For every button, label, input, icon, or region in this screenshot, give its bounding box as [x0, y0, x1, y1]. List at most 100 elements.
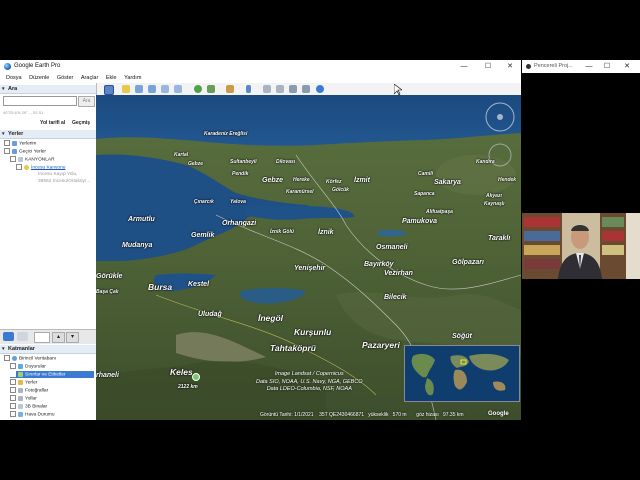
layer-item-3b-binalar[interactable]: 3B Binalar [10, 403, 47, 410]
map-label-gebze-small: Gebze [188, 161, 204, 167]
menu-duzenle[interactable]: Düzenle [29, 75, 49, 81]
map-label-hendek: Hendek [498, 177, 517, 183]
layers-panel-header[interactable]: Katmanlar [0, 345, 96, 354]
imagery-attribution: Image Landsat / Copernicus Data SIO, NOA… [256, 371, 363, 392]
presentation-title-bar: Pencereli Proj... — ☐ ✕ [522, 60, 640, 73]
borders-icon [18, 371, 23, 377]
map-label-hereke: Hereke [293, 177, 310, 183]
map-label-akyazi: Akyazı [486, 193, 502, 199]
map-label-yalova: Yalova [230, 199, 246, 205]
search-panel-header[interactable]: Ara [0, 85, 96, 94]
folder-icon [18, 156, 23, 162]
sidebar-toggle-icon[interactable] [104, 85, 114, 95]
map-label-inegol: İnegöl [258, 313, 284, 323]
historical-imagery-icon[interactable] [194, 85, 202, 93]
ruler-icon[interactable] [246, 85, 251, 93]
presentation-close-button[interactable]: ✕ [620, 62, 634, 71]
view-icon[interactable] [17, 332, 28, 341]
presentation-minimize-button[interactable]: — [582, 62, 596, 71]
map-label-pazaryeri: Pazaryeri [362, 340, 400, 350]
move-up-icon[interactable]: ▴ [52, 332, 65, 343]
map-label-sakarya: Sakarya [434, 179, 461, 186]
history-link[interactable]: Geçmiş [72, 120, 90, 126]
mouse-cursor-icon [394, 84, 402, 96]
menu-bar: Dosya Düzenle Göster Araçlar Ekle Yardım [0, 73, 521, 83]
layer-item-yerler[interactable]: Yerler [10, 379, 37, 386]
search-button[interactable]: Ara [78, 96, 95, 107]
map-label-yenisehir: Yenişehir [294, 265, 326, 272]
webcam-video [522, 213, 640, 279]
places-filter-input[interactable] [34, 332, 50, 343]
map-label-distance: 2122 km [178, 384, 198, 390]
folder-icon [12, 140, 17, 146]
map-label-armutlu: Armutlu [128, 216, 155, 223]
map-label-kartal: Kartal [174, 152, 189, 158]
map-label-basa-cali: Başa Çalı [96, 289, 119, 295]
map-label-gorukle: Görükle [96, 273, 123, 280]
title-bar: Google Earth Pro — ☐ ✕ [0, 60, 521, 73]
layer-item-sinirlar[interactable]: Sınırlar ve Etiketler [10, 371, 94, 378]
announcement-icon [18, 363, 23, 369]
map-label-golcuk: Gölcük [332, 187, 349, 193]
presentation-window-title: Pencereli Proj... [534, 63, 573, 69]
places-item-yerlerim[interactable]: Yerlerim [4, 140, 36, 147]
sunlight-icon[interactable] [207, 85, 215, 93]
layer-item-duyurular[interactable]: Duyurular [10, 363, 46, 370]
menu-araclar[interactable]: Araçlar [81, 75, 98, 81]
map-label-pendik: Pendik [232, 171, 249, 177]
search-input[interactable] [3, 96, 77, 106]
photo-icon [18, 387, 23, 393]
places-item-incesu-kanyonu[interactable]: İncesu Kanyonu [16, 164, 65, 171]
placemark-icon [24, 164, 29, 170]
weather-icon [18, 411, 23, 417]
places-item-address-1: İncesu Kayıp Yolu, [38, 172, 78, 177]
layer-item-yollar[interactable]: Yollar [10, 395, 37, 402]
minimize-button[interactable]: — [457, 62, 471, 71]
map-label-mudanya: Mudanya [122, 242, 153, 249]
map-label-karadeniz-eregli: Karadeniz Ereğlisi [204, 131, 248, 137]
search-places-icon[interactable] [3, 332, 14, 341]
path-icon[interactable] [148, 85, 156, 93]
overview-map[interactable] [404, 345, 520, 402]
status-text: Görüntü Tarihi: 1/1/2021 35T QE243046687… [260, 412, 464, 418]
print-icon[interactable] [276, 85, 284, 93]
map-view[interactable]: Karadeniz Ereğlisi Kartal Gebze Sultanbe… [96, 95, 521, 420]
directions-link[interactable]: Yol tarifi al [40, 120, 65, 126]
map-label-sultanbeyli: Sultanbeyli [230, 159, 257, 165]
places-panel-header[interactable]: Yerler [0, 130, 96, 139]
layer-item-fotograflar[interactable]: Fotoğraflar [10, 387, 48, 394]
polygon-icon[interactable] [135, 85, 143, 93]
planets-icon[interactable] [226, 85, 234, 93]
world-map-icon [405, 346, 519, 401]
map-label-uludag: Uludağ [198, 311, 222, 318]
layer-item-hava-durumu[interactable]: Hava Durumu [10, 411, 55, 418]
map-label-karamursel: Karamürsel [286, 189, 314, 195]
email-icon[interactable] [263, 85, 271, 93]
window-title: Google Earth Pro [14, 63, 61, 69]
layer-item-birincil[interactable]: Birincil Veritabanı [4, 355, 56, 362]
menu-ekle[interactable]: Ekle [106, 75, 117, 81]
menu-yardim[interactable]: Yardım [124, 75, 141, 81]
map-label-vezirhan: Vezirhan [384, 270, 413, 277]
move-down-icon[interactable]: ▾ [66, 332, 79, 343]
buildings-icon [18, 403, 23, 409]
image-overlay-icon[interactable] [161, 85, 169, 93]
close-button[interactable]: ✕ [503, 62, 517, 71]
maximize-button[interactable]: ☐ [481, 62, 495, 71]
map-label-keles: Keles [170, 367, 193, 377]
presentation-maximize-button[interactable]: ☐ [600, 62, 614, 71]
map-label-tarakli: Taraklı [488, 235, 511, 242]
menu-goster[interactable]: Göster [57, 75, 74, 81]
places-item-address-2: 39552 İncesu/Ortaköy/... [38, 179, 91, 184]
placemark-icon[interactable] [122, 85, 130, 93]
map-label-bayirkoy: Bayırköy [364, 261, 394, 268]
earth-icon[interactable] [316, 85, 324, 93]
save-image-icon[interactable] [289, 85, 297, 93]
map-label-rhaneli: rhaneli [96, 372, 119, 379]
places-item-gecici-yerler[interactable]: Geçici Yerler [4, 148, 46, 155]
maps-icon[interactable] [302, 85, 310, 93]
places-item-kanyonlar[interactable]: KANYONLAR [10, 156, 55, 163]
record-tour-icon[interactable] [174, 85, 182, 93]
map-label-izmit: İzmit [354, 177, 370, 184]
menu-dosya[interactable]: Dosya [6, 75, 22, 81]
